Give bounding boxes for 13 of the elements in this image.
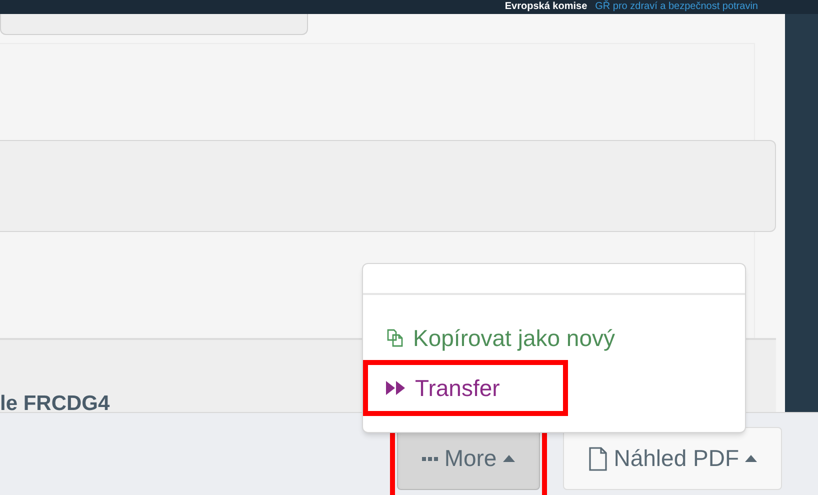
organization-name: Evropská komise xyxy=(504,0,588,14)
section-heading: le FRCDG4 xyxy=(0,392,110,416)
fast-forward-icon xyxy=(385,380,407,396)
department-link[interactable]: GŘ pro zdraví a bezpečnost potravin xyxy=(595,0,758,14)
copy-as-new-item[interactable]: Kopírovat jako nový xyxy=(385,323,616,353)
dots-icon xyxy=(422,456,438,462)
transfer-item[interactable]: Transfer xyxy=(385,373,500,403)
caret-icon xyxy=(502,455,515,462)
pdf-preview-button[interactable]: Náhled PDF xyxy=(562,427,782,490)
text-area-field[interactable] xyxy=(0,140,776,232)
caret-icon xyxy=(745,455,757,462)
document-icon xyxy=(588,446,608,470)
copy-icon xyxy=(385,328,405,348)
